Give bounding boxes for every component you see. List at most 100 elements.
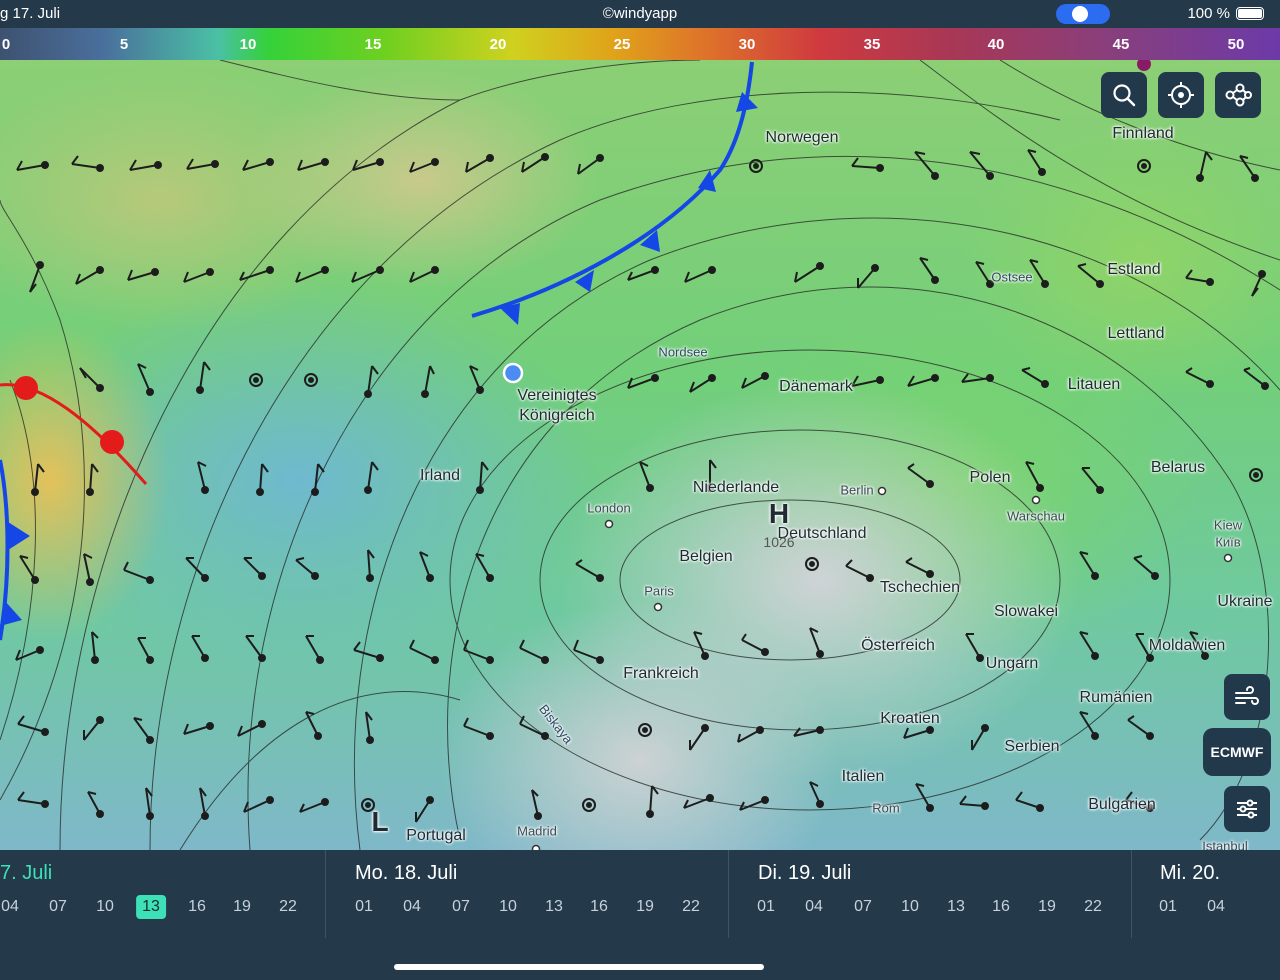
hour-item[interactable]: 10 — [96, 898, 114, 916]
crosshair-icon — [1168, 82, 1194, 108]
scale-label: 45 — [1112, 36, 1130, 53]
country-label: Irland — [419, 467, 461, 484]
weather-map[interactable]: Norwegen Finnland Estland Lettland Litau… — [0, 60, 1280, 850]
scale-label: 15 — [364, 36, 382, 53]
wind-barbs — [15, 149, 1269, 823]
settings-button[interactable] — [1224, 786, 1270, 832]
city-label: Kiew — [1213, 517, 1243, 533]
sliders-icon — [1237, 799, 1257, 819]
country-label: Rumänien — [1079, 689, 1153, 706]
day-label[interactable]: Mo. 18. Juli — [355, 862, 457, 885]
hour-item-selected[interactable]: 13 — [136, 895, 166, 919]
scale-label: 30 — [738, 36, 756, 53]
day-group: Di. 19. Juli 01 04 07 10 13 16 19 22 — [729, 850, 1131, 942]
country-label: Portugal — [406, 827, 466, 844]
scale-label: 0 — [1, 36, 11, 53]
hour-item[interactable]: 19 — [636, 898, 654, 916]
status-bar: g 17. Juli ©windyapp 100 % — [0, 0, 1280, 28]
hour-item[interactable]: 10 — [499, 898, 517, 916]
country-label: Königreich — [519, 407, 595, 424]
day-group: 7. Juli 04 07 10 13 16 19 22 — [0, 850, 325, 942]
hour-item[interactable]: 04 — [403, 898, 421, 916]
battery-icon — [1236, 7, 1264, 20]
hour-item[interactable]: 07 — [452, 898, 470, 916]
country-label: Moldawien — [1148, 637, 1226, 654]
hour-item[interactable]: 22 — [279, 898, 297, 916]
hour-item[interactable]: 22 — [1084, 898, 1102, 916]
navigation-icon — [1072, 6, 1088, 22]
country-label: Italien — [841, 768, 885, 785]
hour-item[interactable]: 04 — [1, 898, 19, 916]
water-label: Nordsee — [658, 344, 708, 360]
high-pressure-value: 1026 — [763, 534, 795, 550]
search-icon — [1113, 84, 1136, 107]
hour-item[interactable]: 04 — [1207, 898, 1225, 916]
country-label: Norwegen — [765, 129, 839, 146]
country-label: Kroatien — [880, 710, 940, 727]
hour-item[interactable]: 16 — [992, 898, 1010, 916]
hour-item[interactable]: 19 — [233, 898, 251, 916]
country-label: Finnland — [1112, 125, 1174, 142]
country-label: Lettland — [1107, 325, 1165, 342]
hour-item[interactable]: 13 — [947, 898, 965, 916]
hour-item[interactable]: 01 — [355, 898, 373, 916]
hour-item[interactable]: 07 — [49, 898, 67, 916]
country-label: Serbien — [1004, 738, 1060, 755]
wind-layer-button[interactable] — [1224, 674, 1270, 720]
hour-item[interactable]: 22 — [682, 898, 700, 916]
day-group: Mo. 18. Juli 01 04 07 10 13 16 19 22 — [326, 850, 728, 942]
locate-button[interactable] — [1158, 72, 1204, 118]
country-label: Polen — [969, 469, 1011, 486]
scale-label: 40 — [987, 36, 1005, 53]
hour-item[interactable]: 16 — [590, 898, 608, 916]
hour-item[interactable]: 16 — [188, 898, 206, 916]
country-label: Estland — [1107, 261, 1161, 278]
scale-label: 5 — [119, 36, 129, 53]
city-label: Paris — [644, 583, 674, 599]
country-label: Belgien — [679, 548, 733, 565]
scale-label: 25 — [613, 36, 631, 53]
country-label: Niederlande — [692, 479, 780, 496]
route-button[interactable] — [1215, 72, 1261, 118]
model-button[interactable]: ECMWF — [1203, 728, 1271, 776]
search-button[interactable] — [1101, 72, 1147, 118]
country-label: Litauen — [1067, 376, 1121, 393]
country-label: Vereinigtes — [517, 387, 597, 404]
navigation-pill[interactable] — [1056, 4, 1110, 24]
scale-label: 10 — [239, 36, 257, 53]
hour-item[interactable]: 01 — [757, 898, 775, 916]
city-label: London — [587, 500, 631, 516]
hour-item[interactable]: 10 — [901, 898, 919, 916]
hour-item[interactable]: 04 — [805, 898, 823, 916]
cold-front-triangles — [500, 92, 758, 325]
day-label[interactable]: 7. Juli — [0, 862, 52, 885]
nodes-icon — [1225, 83, 1252, 107]
map-overlay — [0, 60, 1280, 850]
timeline[interactable]: 7. Juli 04 07 10 13 16 19 22 Mo. 18. Jul… — [0, 850, 1280, 980]
city-label: Київ — [1215, 534, 1241, 550]
hour-item[interactable]: 13 — [545, 898, 563, 916]
warm-front-line — [0, 383, 148, 485]
home-indicator[interactable] — [394, 964, 764, 970]
water-label: Ostsee — [991, 269, 1033, 285]
scale-label: 20 — [489, 36, 507, 53]
wind-speed-scale: 0 5 10 15 20 25 30 35 40 45 50 — [0, 28, 1280, 60]
city-label: Istanbul — [1202, 838, 1248, 851]
low-pressure-symbol: L — [371, 806, 389, 837]
hour-item[interactable]: 19 — [1038, 898, 1056, 916]
city-label: Warschau — [1006, 508, 1066, 524]
day-label[interactable]: Di. 19. Juli — [758, 862, 851, 885]
hour-item[interactable]: 01 — [1159, 898, 1177, 916]
day-group: Mi. 20. 01 04 — [1132, 850, 1280, 942]
country-label: Österreich — [861, 637, 935, 654]
day-label[interactable]: Mi. 20. — [1160, 862, 1220, 885]
hour-item[interactable]: 07 — [854, 898, 872, 916]
country-label: Belarus — [1150, 459, 1206, 476]
country-label: Frankreich — [623, 665, 699, 682]
country-label: Ukraine — [1217, 593, 1273, 610]
country-label: Ungarn — [985, 655, 1039, 672]
city-label: Rom — [872, 800, 900, 816]
country-label: Dänemark — [779, 378, 853, 395]
city-label: Berlin — [840, 482, 874, 498]
wind-icon — [1235, 686, 1259, 705]
